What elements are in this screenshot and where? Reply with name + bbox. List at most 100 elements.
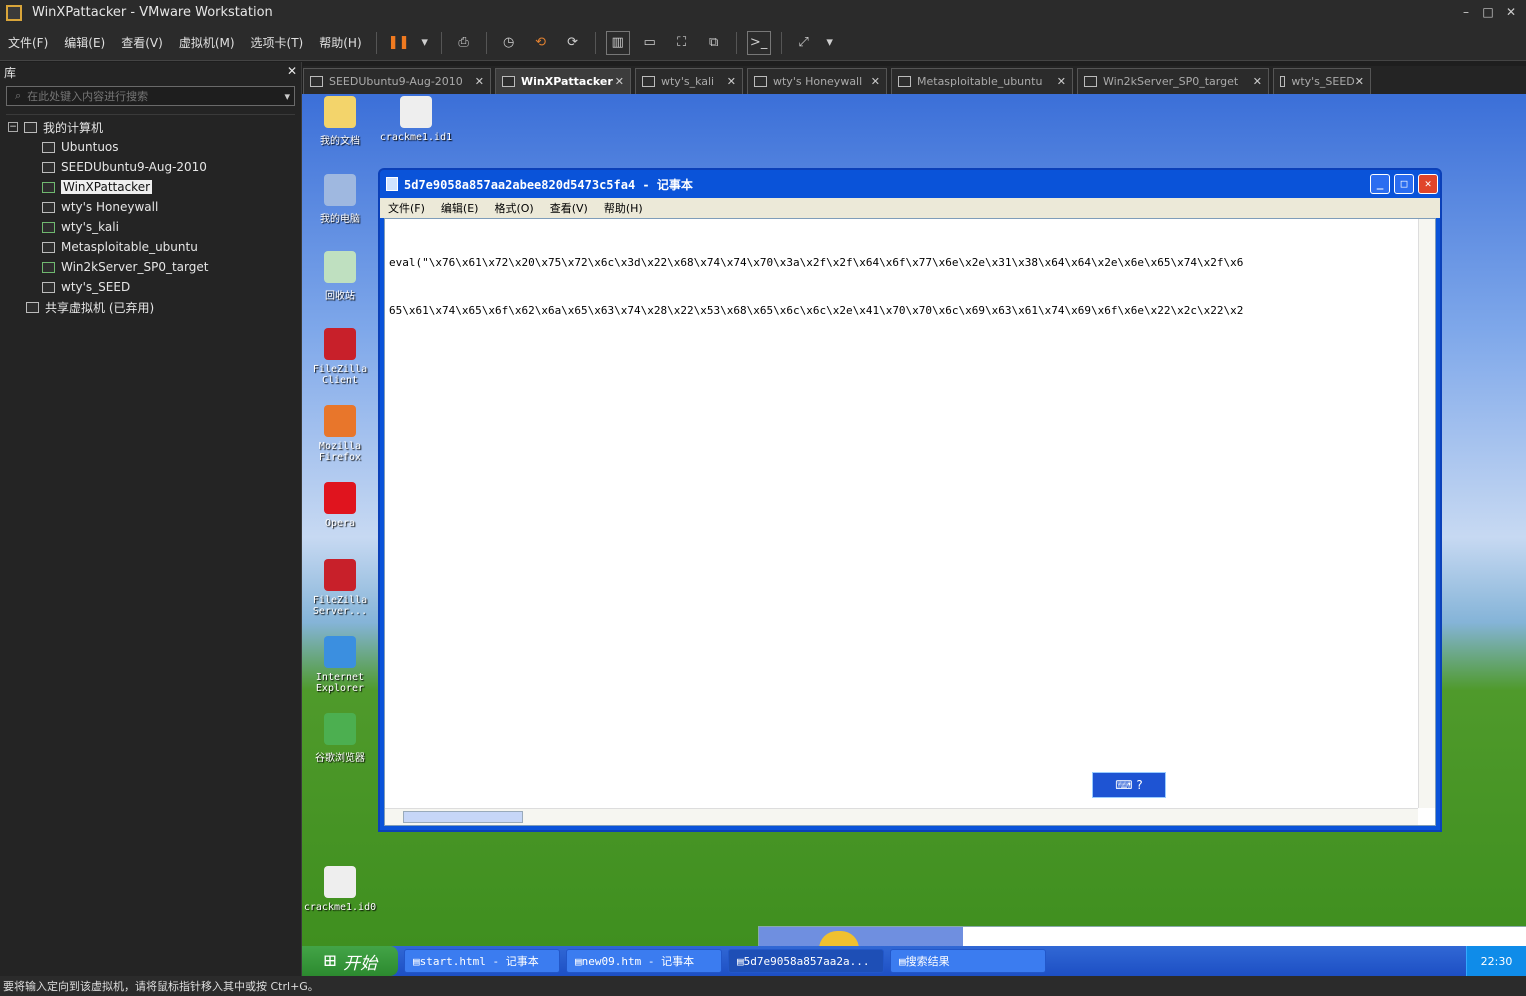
menu-edit[interactable]: 编辑(E) [433,200,487,216]
help-icon[interactable]: ? [1136,778,1142,792]
minimize-button[interactable]: – [1458,4,1474,20]
chevron-down-icon[interactable]: ▾ [419,31,431,55]
tab-vm[interactable]: wty's_kali ✕ [635,68,743,94]
notepad-titlebar[interactable]: 5d7e9058a857aa2abee820d5473c5fa4 - 记事本 _… [380,170,1440,198]
library-panel: 库 ✕ ⌕ ▾ − 我的计算机 Ubuntuos SEEDUbuntu9-Aug-… [0,62,302,976]
close-icon[interactable]: ✕ [727,75,736,88]
tree-item-shared[interactable]: 共享虚拟机 (已弃用) [6,297,295,317]
menu-tabs[interactable]: 选项卡(T) [243,34,312,51]
search-input[interactable] [27,89,285,103]
tab-label: Metasploitable_ubuntu [917,75,1043,88]
thumbnail-bar-icon[interactable]: ▭ [638,31,662,55]
horizontal-scrollbar[interactable] [385,808,1418,825]
taskbar-button[interactable]: ▤ 搜索结果 [890,949,1046,973]
tree-item-label: Metasploitable_ubuntu [61,240,198,254]
tab-vm[interactable]: wty's Honeywall ✕ [747,68,887,94]
vm-icon [1084,76,1097,87]
tree-root-label: 我的计算机 [43,120,104,135]
tree-item-vm[interactable]: wty's_SEED [6,277,295,297]
menu-help[interactable]: 帮助(H) [596,200,651,216]
close-icon[interactable]: ✕ [1253,75,1262,88]
menu-view[interactable]: 查看(V) [542,200,596,216]
notepad-editor[interactable]: eval("\x76\x61\x72\x20\x75\x72\x6c\x3d\x… [384,218,1436,826]
revert-snapshot-icon[interactable]: ⟲ [529,31,553,55]
tree-item-vm[interactable]: Metasploitable_ubuntu [6,237,295,257]
desktop-icon[interactable]: 谷歌浏览器 [302,713,378,764]
tab-vm[interactable]: SEEDUbuntu9-Aug-2010 ✕ [303,68,491,94]
desktop-icon[interactable]: 回收站 [302,251,378,302]
start-button[interactable]: ⊞ 开始 [302,946,398,976]
tab-label: Win2kServer_SP0_target [1103,75,1239,88]
vertical-scrollbar[interactable] [1418,219,1435,808]
guest-desktop[interactable]: 我的文档 crackme1.id1 我的电脑回收站 FileZilla Client M… [302,94,1526,991]
taskbar-button[interactable]: ▤ 5d7e9058a857aa2a... [728,949,884,973]
menu-format[interactable]: 格式(O) [486,200,541,216]
desktop-icon-image [324,636,356,668]
console-icon[interactable]: >_ [746,30,771,55]
desktop-icon[interactable]: 我的电脑 [302,174,378,225]
taskbar-button[interactable]: ▤ new09.htm - 记事本 [566,949,722,973]
close-icon[interactable]: ✕ [615,75,624,88]
close-button[interactable]: ✕ [1503,4,1519,20]
desktop-icon-image [324,328,356,360]
tree-root[interactable]: − 我的计算机 [6,117,295,137]
send-keys-icon[interactable]: ⎙ [452,31,476,55]
desktop-icon[interactable]: FileZilla Client [302,328,378,386]
snapshot-icon[interactable]: ◷ [497,31,521,55]
window-icon: ▤ [575,954,582,968]
desktop-icon[interactable]: crackme1.id0 [302,866,378,913]
minimize-button[interactable]: _ [1370,174,1390,194]
desktop-icon[interactable]: Mozilla Firefox [302,405,378,463]
desktop-icon-label: 我的电脑 [320,214,360,225]
stretch-guest-icon[interactable]: ⤢ [792,31,816,55]
snapshot-manager-icon[interactable]: ⟳ [561,31,585,55]
menu-file[interactable]: 文件(F) [0,34,56,51]
tree-item-vm[interactable]: Ubuntuos [6,137,295,157]
close-icon[interactable]: ✕ [871,75,880,88]
tree-item-vm[interactable]: wty's Honeywall [6,197,295,217]
pause-icon[interactable]: ❚❚ [387,31,411,55]
library-search[interactable]: ⌕ ▾ [6,86,295,106]
close-icon[interactable]: ✕ [1057,75,1066,88]
tab-vm[interactable]: WinXPattacker ✕ [495,68,631,94]
desktop-icon[interactable]: FileZilla Server... [302,559,378,617]
tree-item-vm[interactable]: SEEDUbuntu9-Aug-2010 [6,157,295,177]
fullscreen-icon[interactable]: ⛶ [670,31,694,55]
maximize-button[interactable]: □ [1394,174,1414,194]
ime-toolbar[interactable]: ⌨ ? [1092,772,1166,798]
tree-item-label: SEEDUbuntu9-Aug-2010 [61,160,207,174]
menu-help[interactable]: 帮助(H) [311,34,369,51]
menu-view[interactable]: 查看(V) [113,34,171,51]
notepad-text[interactable]: eval("\x76\x61\x72\x20\x75\x72\x6c\x3d\x… [389,223,1415,351]
tree-item-vm[interactable]: Win2kServer_SP0_target [6,257,295,277]
collapse-icon[interactable]: − [8,122,18,132]
tab-vm[interactable]: wty's_SEED ✕ [1273,68,1371,94]
notepad-window[interactable]: 5d7e9058a857aa2abee820d5473c5fa4 - 记事本 _… [378,168,1442,832]
close-button[interactable]: ✕ [1418,174,1438,194]
desktop-icon-image [324,713,356,745]
vm-tree: − 我的计算机 Ubuntuos SEEDUbuntu9-Aug-2010 WinX… [6,114,295,976]
tab-vm[interactable]: Metasploitable_ubuntu ✕ [891,68,1073,94]
tree-item-vm[interactable]: wty's_kali [6,217,295,237]
desktop-icon-image [324,174,356,206]
close-icon[interactable]: ✕ [475,75,484,88]
maximize-button[interactable]: □ [1480,4,1496,20]
library-toggle-icon[interactable]: ▥ [605,30,630,55]
scroll-thumb[interactable] [403,811,523,823]
desktop-icon[interactable]: 我的文档 [302,96,378,147]
taskbar-button[interactable]: ▤ start.html - 记事本 [404,949,560,973]
close-icon[interactable]: ✕ [287,64,297,80]
desktop-icon[interactable]: Internet Explorer [302,636,378,694]
unity-icon[interactable]: ⧉ [702,31,726,55]
close-icon[interactable]: ✕ [1355,75,1364,88]
menu-file[interactable]: 文件(F) [380,200,433,216]
desktop-icon[interactable]: crackme1.id1 [378,96,454,143]
tab-vm[interactable]: Win2kServer_SP0_target ✕ [1077,68,1269,94]
tree-item-vm[interactable]: WinXPattacker [6,177,295,197]
menu-edit[interactable]: 编辑(E) [56,34,113,51]
chevron-down-icon[interactable]: ▾ [284,90,290,103]
keyboard-icon[interactable]: ⌨ [1115,778,1132,792]
menu-vm[interactable]: 虚拟机(M) [171,34,243,51]
desktop-icon[interactable]: Opera [302,482,378,529]
chevron-down-icon[interactable]: ▾ [824,31,836,55]
